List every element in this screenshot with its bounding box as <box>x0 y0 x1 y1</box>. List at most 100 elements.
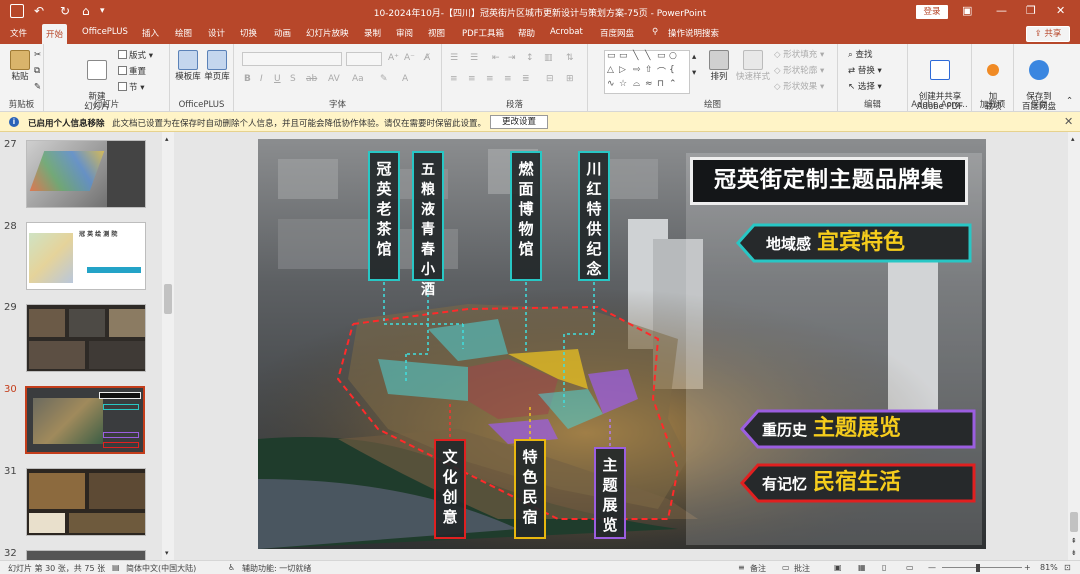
shape-effects-button[interactable]: ◇ 形状效果 ▾ <box>774 82 824 92</box>
align-left-icon[interactable]: ≡ <box>450 74 458 84</box>
quick-styles-button[interactable]: 快速样式 <box>736 50 770 82</box>
tab-animations[interactable]: 动画 <box>274 27 291 39</box>
align-center-icon[interactable]: ≡ <box>468 74 476 84</box>
accessibility-status[interactable]: 辅助功能: 一切就绪 <box>242 563 311 574</box>
tab-design[interactable]: 设计 <box>208 27 225 39</box>
underline-icon[interactable]: U <box>274 74 281 84</box>
tab-file[interactable]: 文件 <box>10 27 27 39</box>
close-info-icon[interactable]: ✕ <box>1064 115 1073 128</box>
ribbon-display-icon[interactable]: ▣ <box>962 4 972 17</box>
tab-view[interactable]: 视图 <box>428 27 445 39</box>
italic-icon[interactable]: I <box>260 74 263 84</box>
slide-thumbnail-27[interactable] <box>26 140 146 208</box>
banner-wuliangye-wine[interactable]: 五 粮 液 青 春 小 酒 <box>412 151 444 298</box>
bold-icon[interactable]: B <box>244 74 251 84</box>
banner-theme-exhibition[interactable]: 主 题 展 览 <box>594 447 626 539</box>
decrease-indent-icon[interactable]: ⇤ <box>492 53 500 63</box>
arrow-shape-icon-2[interactable]: ⇧ <box>645 65 653 75</box>
banner-chuanhong-special[interactable]: 川 红 特 供 纪 念 <box>578 151 610 281</box>
banner-featured-homestay[interactable]: 特 色 民 宿 <box>514 439 546 539</box>
gallery-up-icon[interactable]: ▴ <box>692 52 696 62</box>
save-icon[interactable] <box>10 4 24 18</box>
scroll-thumb[interactable] <box>164 284 172 314</box>
comments-icon[interactable]: ▭ <box>782 563 790 572</box>
slide-thumbnail-29[interactable] <box>26 304 146 372</box>
copy-icon[interactable]: ⧉ <box>34 66 40 76</box>
comments-button[interactable]: 批注 <box>794 563 810 574</box>
zoom-slider-thumb[interactable] <box>976 564 980 572</box>
current-slide[interactable]: 冠 英 老 茶 馆 五 粮 液 青 春 小 酒 燃 面 博 物 馆 川 红 特 … <box>258 139 986 549</box>
shape-outline-button[interactable]: ◇ 形状轮廓 ▾ <box>774 66 824 76</box>
undo-icon[interactable]: ↶ <box>34 4 44 18</box>
cut-icon[interactable]: ✂ <box>34 50 41 60</box>
clear-format-icon[interactable]: A̸ <box>424 53 430 63</box>
share-button[interactable]: ⇪ 共享 <box>1026 26 1070 42</box>
tab-acrobat[interactable]: Acrobat <box>550 27 583 37</box>
slide-thumbnail-31[interactable] <box>26 468 146 536</box>
prev-slide-icon[interactable]: ⇞ <box>1071 536 1077 546</box>
tab-insert[interactable]: 插入 <box>142 27 159 39</box>
bullets-icon[interactable]: ☰ <box>450 53 458 63</box>
reading-view-icon[interactable]: ▯ <box>882 563 886 572</box>
thumbnails-scrollbar[interactable]: ▴ ▾ <box>162 132 174 560</box>
fit-slide-icon[interactable]: ⊡ <box>1064 563 1071 572</box>
tag-history[interactable]: 重历史 主题展览 <box>762 411 901 455</box>
char-spacing-icon[interactable]: AV <box>328 74 340 84</box>
banner-noodle-museum[interactable]: 燃 面 博 物 馆 <box>510 151 542 281</box>
tab-pdf-tools[interactable]: PDF工具箱 <box>462 27 504 39</box>
line-shape-icon[interactable]: ╲ <box>633 51 638 61</box>
zoom-in-icon[interactable]: + <box>1024 563 1031 572</box>
chevron-shape-icon[interactable]: ⌃ <box>669 79 677 89</box>
scroll-down-icon[interactable]: ▾ <box>165 548 169 558</box>
banner-guanying-teahouse[interactable]: 冠 英 老 茶 馆 <box>368 151 400 281</box>
change-settings-button[interactable]: 更改设置 <box>490 115 548 129</box>
language-indicator[interactable]: 简体中文(中国大陆) <box>126 563 196 574</box>
replace-button[interactable]: ⇄ 替换 ▾ <box>848 66 882 76</box>
highlight-icon[interactable]: ✎ <box>380 74 388 84</box>
wave-shape-icon[interactable]: ≈ <box>645 79 653 89</box>
increase-font-icon[interactable]: A⁺ <box>388 53 399 63</box>
single-page-library-button[interactable]: 单页库 <box>202 50 232 82</box>
shapes-gallery[interactable]: ▭ ▭ ╲ ╲ ▭ ○ △ ▷ ⇨ ⇧ ⌒ { ∿ ☆ ⌓ ≈ ⊓ ⌃ <box>604 50 690 94</box>
editor-scrollbar[interactable]: ▴ ⇞ ⇟ <box>1068 132 1080 560</box>
slideshow-icon[interactable]: ▭ <box>906 563 914 572</box>
zoom-level[interactable]: 81% <box>1040 563 1058 572</box>
select-button[interactable]: ↖ 选择 ▾ <box>848 82 882 92</box>
autosave-icon[interactable]: ⌂ <box>82 4 90 18</box>
collapse-ribbon-icon[interactable]: ⌃ <box>1066 96 1073 106</box>
paste-button[interactable]: 粘贴 <box>6 50 34 82</box>
rect-shape-icon-3[interactable]: ▭ <box>657 51 666 61</box>
line-spacing-icon[interactable]: ↕ <box>526 53 534 63</box>
font-size-select[interactable] <box>346 52 382 66</box>
tab-review[interactable]: 审阅 <box>396 27 413 39</box>
redo-icon[interactable]: ↻ <box>60 4 70 18</box>
distributed-icon[interactable]: ≣ <box>522 74 530 84</box>
slide-sorter-icon[interactable]: ▦ <box>858 563 866 572</box>
shape-fill-button[interactable]: ◇ 形状填充 ▾ <box>774 50 824 60</box>
tab-home[interactable]: 开始 <box>42 24 68 44</box>
proofing-icon[interactable]: ▤ <box>112 563 120 572</box>
gallery-down-icon[interactable]: ▾ <box>692 68 696 78</box>
tab-officeplus[interactable]: OfficePLUS <box>82 27 128 37</box>
align-text-icon[interactable]: ⊟ <box>546 74 554 84</box>
normal-view-icon[interactable]: ▣ <box>834 563 842 572</box>
layout-button[interactable]: 版式 ▾ <box>118 50 153 61</box>
line-shape-icon-2[interactable]: ╲ <box>645 51 650 61</box>
template-library-button[interactable]: 模板库 <box>174 50 202 82</box>
close-icon[interactable]: ✕ <box>1056 4 1065 17</box>
font-color-icon[interactable]: A <box>402 74 408 84</box>
editor-scroll-thumb[interactable] <box>1070 512 1078 532</box>
notes-icon[interactable]: ≡ <box>738 563 745 572</box>
justify-icon[interactable]: ≡ <box>504 74 512 84</box>
format-painter-icon[interactable]: ✎ <box>34 82 41 92</box>
triangle-shape-icon[interactable]: △ <box>607 65 614 75</box>
minimize-icon[interactable]: — <box>996 4 1007 17</box>
rect-shape-icon-2[interactable]: ▭ <box>619 51 628 61</box>
tab-slideshow[interactable]: 幻灯片放映 <box>306 27 349 39</box>
find-button[interactable]: ⌕ 查找 <box>848 50 872 60</box>
tag-regional[interactable]: 地域感 宜宾特色 <box>766 225 905 269</box>
next-slide-icon[interactable]: ⇟ <box>1071 548 1077 558</box>
change-case-icon[interactable]: Aa <box>352 74 364 84</box>
arrow-shape-icon[interactable]: ⇨ <box>633 65 641 75</box>
slide-thumbnail-30[interactable] <box>25 386 145 454</box>
